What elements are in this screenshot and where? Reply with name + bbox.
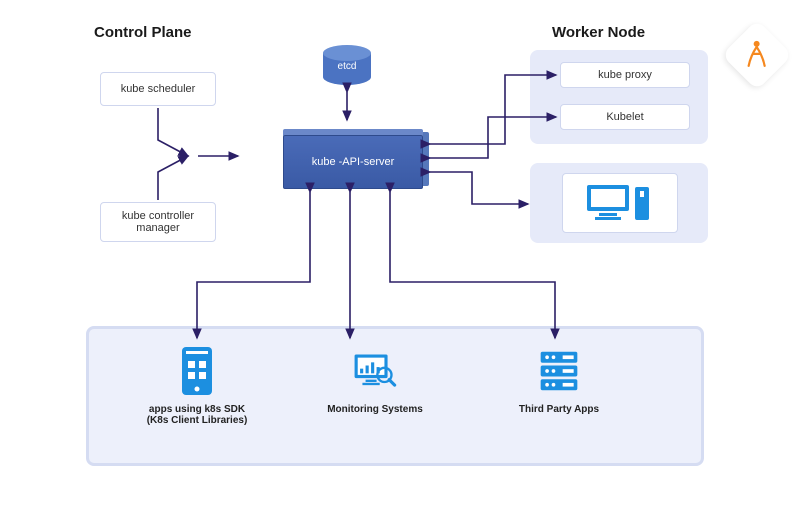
kube-scheduler-box: kube scheduler — [100, 72, 216, 106]
etcd-label: etcd — [323, 61, 371, 72]
kube-controller-manager-box: kube controller manager — [100, 202, 216, 242]
monitoring-icon — [353, 344, 397, 398]
brand-logo-badge — [722, 20, 793, 91]
third-party-label: Third Party Apps — [494, 404, 624, 415]
mobile-apps-icon — [175, 344, 219, 398]
server-stack-icon — [537, 344, 581, 398]
monitoring-label: Monitoring Systems — [310, 404, 440, 415]
computer-box — [562, 173, 678, 233]
kubelet-box: Kubelet — [560, 104, 690, 130]
computer-icon — [585, 181, 655, 225]
kube-api-server-box: kube -API-server — [283, 135, 423, 189]
etcd-database-icon: etcd — [323, 45, 371, 85]
person-icon — [745, 38, 769, 73]
apps-sdk-item: apps using k8s SDK (K8s Client Libraries… — [132, 344, 262, 426]
control-plane-heading: Control Plane — [94, 24, 192, 41]
apps-sdk-label-line1: apps using k8s SDK — [132, 404, 262, 415]
monitoring-item: Monitoring Systems — [310, 344, 440, 415]
apps-sdk-label-line2: (K8s Client Libraries) — [132, 415, 262, 426]
kube-proxy-box: kube proxy — [560, 62, 690, 88]
third-party-item: Third Party Apps — [494, 344, 624, 415]
worker-node-heading: Worker Node — [552, 24, 645, 41]
